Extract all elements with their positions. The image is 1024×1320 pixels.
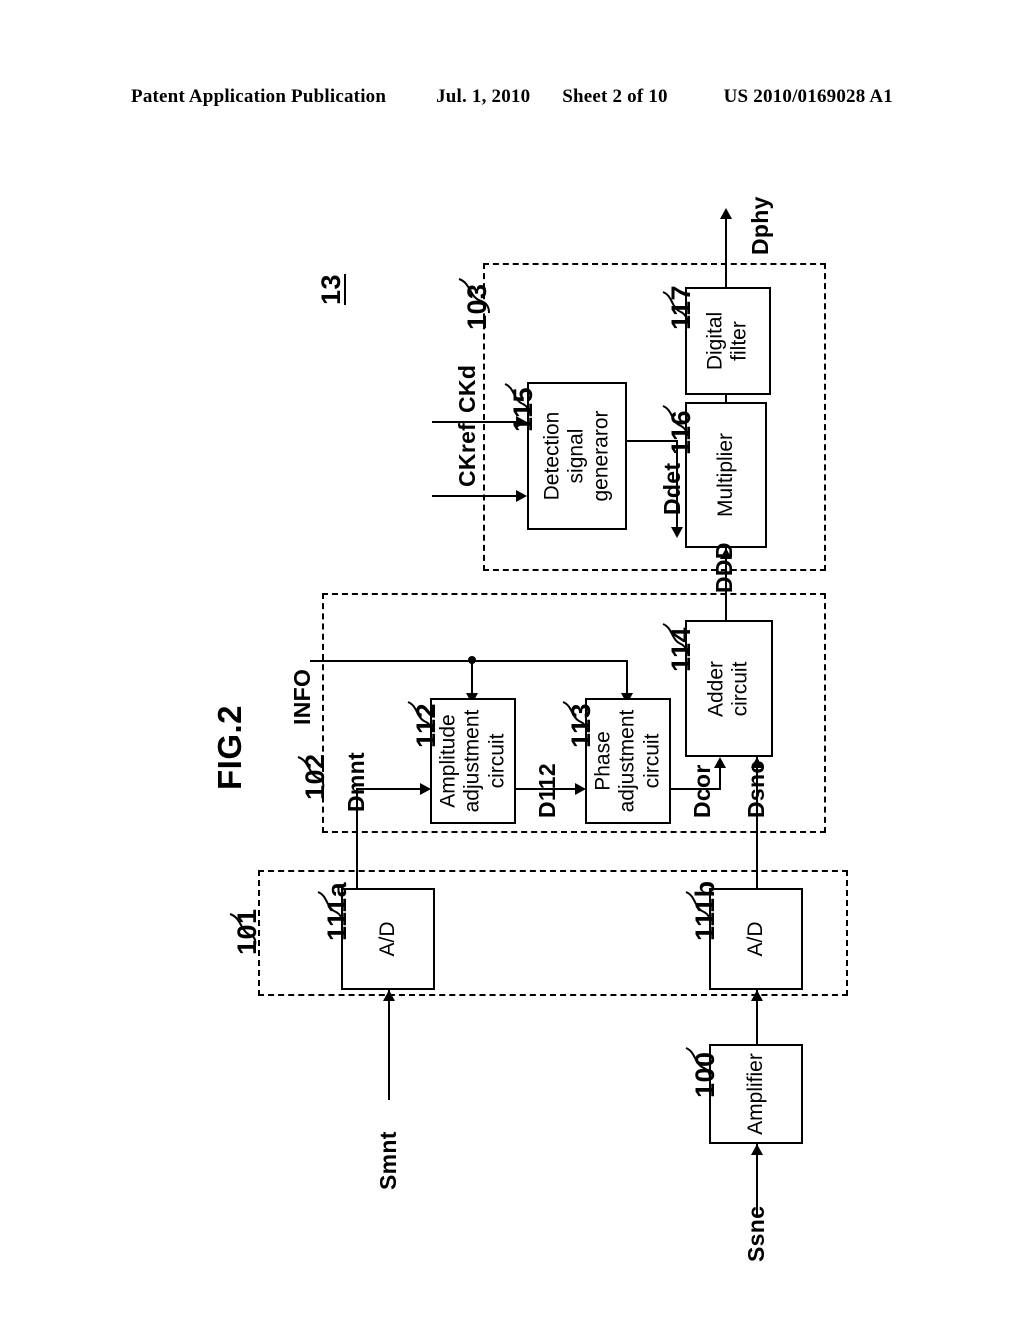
leader-100-icon (685, 1047, 711, 1079)
arrow-dmnt-icon (420, 783, 431, 795)
leader-103-icon (458, 278, 490, 314)
signal-label-dcor: Dcor (689, 764, 715, 818)
block-label-amplifier: Amplifier (743, 1053, 767, 1135)
figure-drawing: FIG.2 13 103 Detection signal generaror 11… (0, 0, 1024, 1320)
block-multiplier: Multiplier (685, 402, 767, 548)
wire-ckref (432, 495, 516, 497)
leader-111a-icon (317, 891, 343, 923)
block-label-adder-circuit: Adder circuit (704, 660, 752, 717)
signal-label-ckd: CKd (454, 364, 480, 413)
block-label-ad-converter-snc: A/D (743, 921, 767, 957)
signal-label-info: INFO (289, 668, 315, 725)
leader-115-icon (504, 383, 530, 415)
leader-102-icon (297, 756, 325, 794)
signal-label-dsnc: Dsnc (743, 760, 769, 818)
block-amplitude-adjustment-circuit: Amplitude adjustment circuit (430, 698, 516, 824)
leader-114-icon (662, 623, 688, 655)
block-label-multiplier: Multiplier (713, 432, 737, 518)
block-adder-circuit: Adder circuit (685, 620, 773, 757)
block-label-ad-converter-mnt: A/D (375, 921, 399, 957)
wire-adder-output (725, 592, 727, 622)
signal-label-ssnc: Ssnc (743, 1205, 769, 1262)
leader-112-icon (407, 701, 433, 733)
signal-label-ckref: CKref (454, 422, 480, 487)
block-ad-converter-mnt: A/D (341, 888, 435, 990)
signal-label-smnt: Smnt (375, 1131, 401, 1190)
arrow-ssnc-icon (751, 1144, 763, 1155)
arrow-ddet-icon (671, 527, 683, 538)
arrow-dcor-icon (714, 757, 726, 768)
block-detection-signal-generator: Detection signal generaror (527, 382, 627, 530)
leader-113-icon (562, 701, 588, 733)
wire-ckd (432, 421, 516, 423)
leader-111b-icon (685, 891, 711, 923)
signal-label-dmnt: Dmnt (343, 752, 369, 812)
arrow-dphy-icon (720, 208, 732, 219)
leader-116-icon (662, 405, 688, 437)
leader-101-icon (229, 913, 257, 951)
block-label-phase-adjustment-circuit: Phase adjustment circuit (591, 709, 664, 813)
block-phase-adjustment-circuit: Phase adjustment circuit (585, 698, 671, 824)
signal-label-d112: D112 (534, 763, 560, 818)
signal-label-ddd: DDD (711, 542, 737, 593)
block-label-digital-filter: Digital filter (703, 311, 751, 371)
arrow-smnt-icon (383, 990, 395, 1001)
signal-label-ddet: Ddet (659, 462, 685, 515)
wire-dcor-vertical (719, 768, 721, 790)
arrow-amplifier-to-ad-icon (751, 990, 763, 1001)
block-amplifier: Amplifier (709, 1044, 803, 1144)
leader-117-icon (662, 291, 688, 323)
signal-label-dphy: Dphy (747, 196, 773, 255)
wire-dphy (725, 210, 727, 288)
block-label-amplitude-adjustment-circuit: Amplitude adjustment circuit (436, 709, 509, 813)
figure-title: FIG.2 (211, 704, 248, 790)
block-ad-converter-snc: A/D (709, 888, 803, 990)
wire-smnt (388, 990, 390, 1100)
block-digital-filter: Digital filter (685, 287, 771, 395)
arrow-ckref-icon (516, 490, 527, 502)
block-label-detection-signal-generator: Detection signal generaror (540, 410, 613, 502)
system-reference-13: 13 (316, 273, 346, 305)
arrow-ckd-icon (516, 416, 527, 428)
